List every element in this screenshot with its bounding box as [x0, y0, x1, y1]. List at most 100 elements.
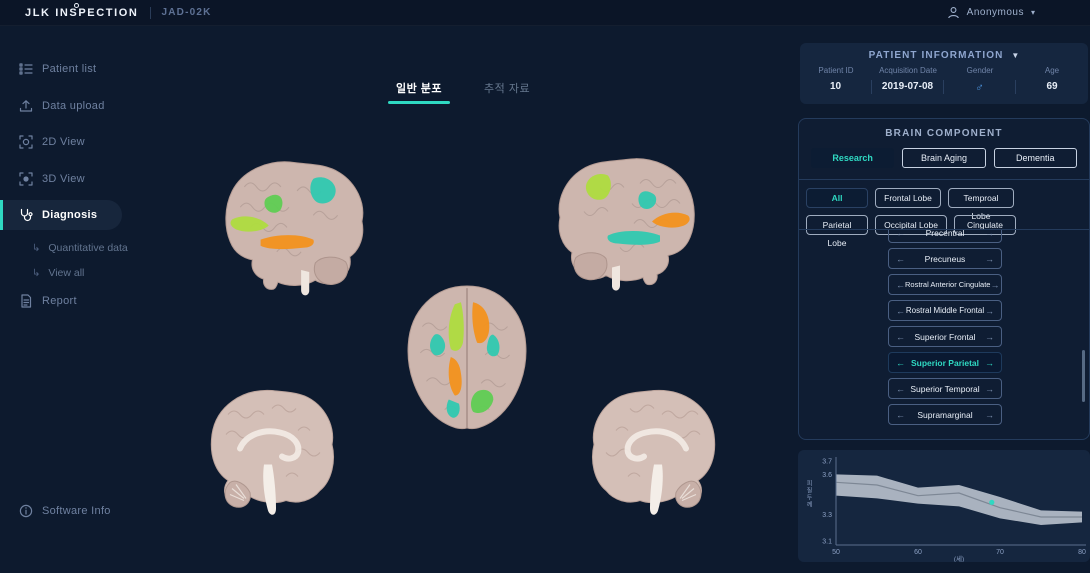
3d-view-icon — [19, 172, 33, 186]
brain-component-panel: BRAIN COMPONENT Research Brain Aging Dem… — [798, 118, 1090, 440]
svg-text:70: 70 — [996, 549, 1004, 556]
gender-field: Gender ♂ — [944, 66, 1016, 94]
male-symbol-icon: ♂ — [944, 80, 1016, 94]
sidebar-subitem-label: View all — [48, 267, 84, 279]
brain-render-axial[interactable] — [396, 282, 538, 434]
region-scrollbar[interactable] — [1082, 350, 1085, 402]
sidebar-item-label: Diagnosis — [42, 209, 97, 221]
divider — [799, 179, 1089, 180]
right-arrow-icon[interactable]: → — [985, 332, 994, 342]
app-logo-text: JLK INSPECTION — [25, 7, 138, 19]
sidebar-item-label: Patient list — [42, 63, 96, 75]
mode-buttons: Research Brain Aging Dementia — [811, 148, 1077, 168]
sidebar-item-2d-view[interactable]: 2D View — [0, 127, 130, 157]
top-bar: JLK INSPECTION JAD-02K Anonymous ▾ — [0, 0, 1090, 26]
2d-view-icon — [19, 135, 33, 149]
left-arrow-icon[interactable]: ← — [896, 332, 905, 342]
acquisition-date-field: Acquisition Date 2019-07-08 — [872, 66, 944, 94]
sidebar-item-patient-list[interactable]: Patient list — [0, 54, 130, 84]
region-item-precuneus[interactable]: ← Precuneus → — [888, 248, 1002, 269]
sidebar: Patient list Data upload 2D View 3D View… — [0, 26, 180, 573]
diagnosis-icon — [19, 208, 33, 222]
right-arrow-icon[interactable]: → — [985, 306, 994, 316]
info-icon — [19, 504, 33, 518]
region-list-viewport: ← Precentral → ← Precuneus → ← Rostral A… — [799, 229, 1090, 440]
brain-render-lateral-left[interactable] — [216, 156, 368, 304]
divider — [150, 7, 151, 19]
right-arrow-icon[interactable]: → — [985, 410, 994, 420]
age-field: Age 69 — [1016, 66, 1088, 94]
region-item-superior-temporal[interactable]: ← Superior Temporal → — [888, 378, 1002, 399]
research-button[interactable]: Research — [811, 148, 894, 168]
left-arrow-icon[interactable]: ← — [896, 280, 905, 290]
patient-information-panel: PATIENT INFORMATION ▼ Patient ID 10 Acqu… — [800, 43, 1088, 104]
left-arrow-icon[interactable]: ← — [896, 254, 905, 264]
lobe-frontal-button[interactable]: Frontal Lobe — [875, 188, 941, 208]
chevron-down-icon[interactable]: ▾ — [1031, 8, 1035, 17]
age-value: 69 — [1016, 80, 1088, 94]
brain-render-medial-right[interactable] — [584, 386, 724, 522]
user-avatar-icon — [947, 6, 960, 19]
left-arrow-icon[interactable]: ← — [896, 358, 905, 368]
sidebar-item-diagnosis[interactable]: Diagnosis — [0, 200, 122, 230]
sub-arrow-icon: ↳ — [32, 243, 40, 254]
left-arrow-icon[interactable]: ← — [896, 410, 905, 420]
right-arrow-icon[interactable]: → — [985, 358, 994, 368]
sidebar-subitem-label: Quantitative data — [48, 242, 127, 254]
sidebar-item-quantitative-data[interactable]: ↳ Quantitative data — [32, 237, 128, 259]
lobe-temporal-button[interactable]: Temproal Lobe — [948, 188, 1014, 208]
patient-list-icon — [19, 62, 33, 76]
region-item-rostral-anterior-cingulate[interactable]: ← Rostral Anterior Cingulate → — [888, 274, 1002, 295]
region-item-precentral[interactable]: ← Precentral → — [888, 229, 1002, 243]
region-item-supramarginal[interactable]: ← Supramarginal → — [888, 404, 1002, 425]
svg-text:80: 80 — [1078, 549, 1086, 556]
svg-text:(세): (세) — [954, 554, 964, 562]
left-arrow-icon[interactable]: ← — [896, 306, 905, 316]
tab-tracking-data[interactable]: 추적 자료 — [476, 78, 538, 104]
region-item-superior-frontal[interactable]: ← Superior Frontal → — [888, 326, 1002, 347]
age-label: Age — [1016, 66, 1088, 75]
collapse-chevron-icon[interactable]: ▼ — [1011, 51, 1019, 60]
region-item-rostral-middle-frontal[interactable]: ← Rostral Middle Frontal → — [888, 300, 1002, 321]
left-arrow-icon[interactable]: ← — [896, 229, 905, 238]
report-icon — [19, 294, 33, 308]
sub-arrow-icon: ↳ — [32, 268, 40, 279]
patient-id-value: 10 — [800, 80, 872, 94]
right-arrow-icon[interactable]: → — [985, 384, 994, 394]
tab-general-distribution[interactable]: 일반 분포 — [388, 78, 450, 104]
brain-component-title: BRAIN COMPONENT — [799, 128, 1089, 139]
upload-icon — [19, 99, 33, 113]
distribution-tabs: 일반 분포 추적 자료 — [388, 78, 538, 104]
sidebar-item-data-upload[interactable]: Data upload — [0, 91, 130, 121]
sidebar-item-label: Software Info — [42, 505, 111, 517]
brain-render-lateral-right[interactable] — [554, 153, 704, 299]
lobe-filter-buttons: All Frontal Lobe Temproal Lobe Parietal … — [806, 188, 1082, 235]
age-trend-chart[interactable]: 3.73.63.33.150607080(세) — [798, 450, 1090, 562]
left-arrow-icon[interactable]: ← — [896, 384, 905, 394]
lobe-all-button[interactable]: All — [806, 188, 868, 208]
sidebar-item-label: 3D View — [42, 173, 85, 185]
right-arrow-icon[interactable]: → — [990, 280, 999, 290]
svg-text:60: 60 — [914, 549, 922, 556]
svg-text:3.3: 3.3 — [822, 512, 832, 519]
patient-information-title: PATIENT INFORMATION — [869, 50, 1004, 61]
sidebar-item-view-all[interactable]: ↳ View all — [32, 262, 84, 284]
brain-render-medial-left[interactable] — [202, 386, 342, 522]
acquisition-date-value: 2019-07-08 — [872, 80, 944, 94]
dementia-button[interactable]: Dementia — [994, 148, 1077, 168]
gender-label: Gender — [944, 66, 1016, 75]
right-arrow-icon[interactable]: → — [985, 254, 994, 264]
sidebar-item-3d-view[interactable]: 3D View — [0, 164, 130, 194]
svg-text:3.1: 3.1 — [822, 539, 832, 546]
app-logo: JLK INSPECTION — [25, 7, 138, 19]
right-arrow-icon[interactable]: → — [985, 229, 994, 238]
patient-id-label: Patient ID — [800, 66, 872, 75]
device-model-label: JAD-02K — [161, 7, 211, 18]
age-trend-chart-panel: 피질두께 3.73.63.33.150607080(세) — [798, 450, 1090, 562]
brain-aging-button[interactable]: Brain Aging — [902, 148, 985, 168]
region-item-superior-parietal[interactable]: ← Superior Parietal → — [888, 352, 1002, 373]
region-list: ← Precentral → ← Precuneus → ← Rostral A… — [888, 229, 1002, 430]
sidebar-item-software-info[interactable]: Software Info — [0, 496, 130, 526]
sidebar-item-report[interactable]: Report — [0, 286, 130, 316]
user-menu[interactable]: Anonymous ▾ — [947, 6, 1035, 19]
